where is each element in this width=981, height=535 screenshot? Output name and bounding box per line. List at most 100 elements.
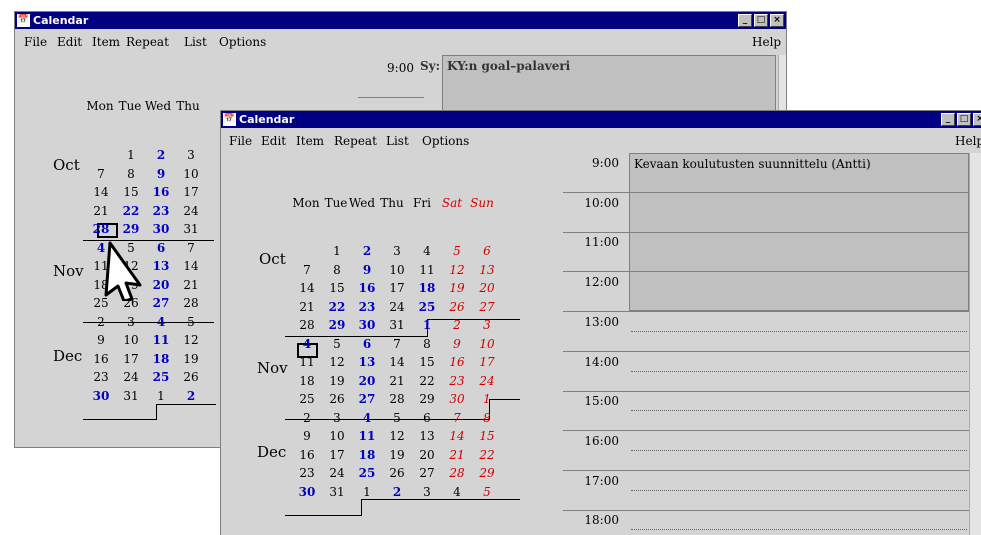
day-cell[interactable]: 3	[414, 485, 440, 500]
menu-edit[interactable]: Edit	[261, 134, 286, 148]
day-cell[interactable]: 23	[444, 374, 470, 389]
day-cell[interactable]: 3	[118, 315, 144, 330]
day-cell[interactable]: 10	[384, 263, 410, 278]
day-cell[interactable]: 29	[324, 318, 350, 333]
day-cell[interactable]: 19	[384, 448, 410, 463]
day-cell[interactable]: 5	[474, 485, 500, 500]
day-cell[interactable]: 27	[354, 392, 380, 407]
day-cell[interactable]: 11	[354, 429, 380, 444]
day-cell[interactable]: 3	[178, 148, 204, 163]
day-cell[interactable]: 15	[324, 281, 350, 296]
menu-item[interactable]: Item	[92, 35, 120, 49]
day-cell[interactable]: 25	[148, 370, 174, 385]
day-cell[interactable]: 31	[118, 389, 144, 404]
day-cell[interactable]: 1	[148, 389, 174, 404]
day-cell[interactable]: 15	[474, 429, 500, 444]
day-cell[interactable]: 20	[354, 374, 380, 389]
day-cell[interactable]: 4	[354, 411, 380, 426]
day-cell[interactable]: 1	[324, 244, 350, 259]
day-cell[interactable]: 13	[148, 259, 174, 274]
day-cell[interactable]: 3	[474, 318, 500, 333]
day-cell[interactable]: 8	[118, 167, 144, 182]
day-cell[interactable]: 6	[354, 337, 380, 352]
day-cell[interactable]: 29	[118, 222, 144, 237]
day-cell[interactable]: 18	[148, 352, 174, 367]
day-cell[interactable]: 23	[354, 300, 380, 315]
day-cell[interactable]: 22	[118, 204, 144, 219]
day-cell[interactable]: 18	[414, 281, 440, 296]
day-cell[interactable]: 29	[474, 466, 500, 481]
day-cell[interactable]: 17	[384, 281, 410, 296]
day-cell[interactable]: 9	[88, 333, 114, 348]
day-cell[interactable]: 30	[444, 392, 470, 407]
day-cell[interactable]: 15	[414, 355, 440, 370]
menu-options[interactable]: Options	[219, 35, 266, 49]
calendar-window-front[interactable]: 📅 Calendar _ □ × File Edit Item Repeat L…	[220, 110, 981, 535]
menu-file[interactable]: File	[24, 35, 47, 49]
close-icon[interactable]: ×	[770, 14, 784, 27]
day-cell[interactable]: 12	[324, 355, 350, 370]
day-cell[interactable]: 23	[148, 204, 174, 219]
day-cell[interactable]: 23	[88, 370, 114, 385]
day-cell[interactable]: 11	[148, 333, 174, 348]
appointment[interactable]: KY:n goal–palaveri	[442, 55, 776, 115]
day-cell[interactable]: 7	[444, 411, 470, 426]
day-cell[interactable]: 9	[148, 167, 174, 182]
day-cell[interactable]: 5	[444, 244, 470, 259]
day-cell[interactable]: 10	[474, 337, 500, 352]
day-cell[interactable]: 2	[294, 411, 320, 426]
day-cell[interactable]: 11	[414, 263, 440, 278]
day-cell[interactable]: 24	[474, 374, 500, 389]
day-cell[interactable]: 2	[88, 315, 114, 330]
day-cell[interactable]: 21	[384, 374, 410, 389]
day-cell[interactable]: 24	[324, 466, 350, 481]
day-cell[interactable]: 7	[294, 263, 320, 278]
day-cell[interactable]: 16	[294, 448, 320, 463]
day-cell[interactable]: 16	[88, 352, 114, 367]
day-cell[interactable]: 20	[474, 281, 500, 296]
day-cell[interactable]: 15	[118, 185, 144, 200]
day-cell[interactable]: 1	[118, 148, 144, 163]
day-cell[interactable]: 14	[88, 185, 114, 200]
maximize-icon[interactable]: □	[754, 14, 768, 27]
menu-file[interactable]: File	[229, 134, 252, 148]
day-cell[interactable]: 18	[354, 448, 380, 463]
day-cell[interactable]: 2	[178, 389, 204, 404]
day-cell[interactable]: 31	[178, 222, 204, 237]
day-cell[interactable]: 16	[354, 281, 380, 296]
day-cell[interactable]: 17	[474, 355, 500, 370]
day-cell[interactable]: 8	[474, 411, 500, 426]
day-cell[interactable]: 26	[444, 300, 470, 315]
day-cell[interactable]: 10	[178, 167, 204, 182]
menu-edit[interactable]: Edit	[57, 35, 82, 49]
day-cell[interactable]: 9	[354, 263, 380, 278]
day-cell[interactable]: 21	[88, 204, 114, 219]
day-cell[interactable]: 24	[118, 370, 144, 385]
day-cell[interactable]: 2	[444, 318, 470, 333]
day-cell[interactable]: 14	[294, 281, 320, 296]
day-cell[interactable]: 4	[414, 244, 440, 259]
day-cell[interactable]: 12	[178, 333, 204, 348]
day-cell[interactable]: 13	[474, 263, 500, 278]
menu-item[interactable]: Item	[296, 134, 324, 148]
day-cell[interactable]: 7	[178, 241, 204, 256]
day-cell[interactable]: 20	[414, 448, 440, 463]
maximize-icon[interactable]: □	[957, 113, 971, 126]
day-cell[interactable]: 31	[324, 485, 350, 500]
day-cell[interactable]: 21	[294, 300, 320, 315]
day-cell[interactable]: 28	[178, 296, 204, 311]
day-cell[interactable]: 20	[148, 278, 174, 293]
menu-list[interactable]: List	[184, 35, 207, 49]
menu-options[interactable]: Options	[422, 134, 469, 148]
day-cell[interactable]: 16	[444, 355, 470, 370]
day-cell[interactable]: 6	[474, 244, 500, 259]
day-cell[interactable]: 19	[178, 352, 204, 367]
day-cell[interactable]: 2	[354, 244, 380, 259]
minimize-icon[interactable]: _	[738, 14, 752, 27]
day-cell[interactable]: 6	[414, 411, 440, 426]
day-cell[interactable]: 24	[178, 204, 204, 219]
day-cell[interactable]: 25	[294, 392, 320, 407]
title-bar[interactable]: 📅 Calendar _ □ ×	[15, 12, 786, 29]
title-bar[interactable]: 📅 Calendar _ □ ×	[221, 111, 981, 128]
day-cell[interactable]: 12	[444, 263, 470, 278]
